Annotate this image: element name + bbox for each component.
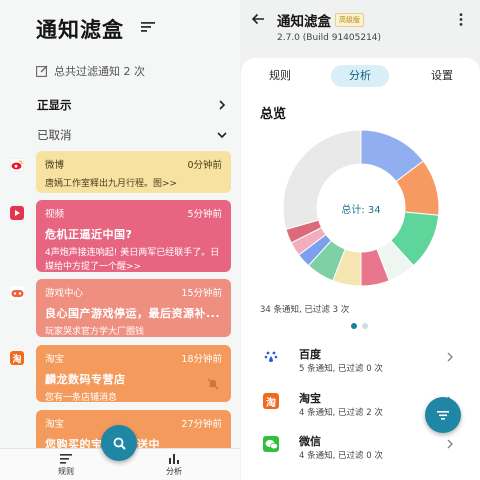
chevron-right-icon — [447, 352, 453, 362]
page-indicator — [351, 323, 368, 329]
bar-chart-icon — [169, 454, 179, 464]
notification-time: 0分钟前 — [187, 160, 222, 171]
section-cancelled[interactable]: 已取消 — [37, 127, 227, 143]
notification-app: 淘宝 — [45, 419, 65, 430]
tab-analysis[interactable]: 分析 — [331, 65, 389, 87]
premium-badge: 高级版 — [335, 13, 364, 27]
app-stats: 4 条通知, 已过滤 2 次 — [299, 408, 383, 418]
notification-app: 淘宝 — [45, 354, 65, 365]
notification-time: 18分钟前 — [181, 354, 222, 365]
filter-fab[interactable] — [425, 397, 461, 433]
filter-stat-label: 总共过滤通知 2 次 — [54, 65, 145, 78]
search-button[interactable] — [101, 425, 137, 461]
app-name: 淘宝 — [299, 392, 321, 405]
search-icon — [113, 437, 126, 450]
page-dot — [362, 323, 368, 329]
notification-title: 危机正逼近中国? — [45, 228, 133, 241]
notification-body: 唐嫣工作室释出九月行程。图>> — [45, 179, 178, 189]
notification-title: 麟龙数码专营店 — [45, 373, 126, 386]
chevron-right-icon — [447, 439, 453, 449]
app-row-wechat[interactable]: 微信 4 条通知, 已过滤 0 次 — [261, 433, 471, 467]
notification-card[interactable]: 淘宝 18分钟前 麟龙数码专营店 您有一条店铺消息 — [36, 345, 231, 403]
page-title: 通知滤盒 — [277, 14, 331, 30]
notification-app: 微博 — [45, 160, 65, 171]
version-label: 2.7.0 (Build 91405214) — [277, 33, 382, 43]
game-center-icon — [10, 286, 24, 300]
notification-app: 游戏中心 — [45, 288, 84, 299]
video-app-icon — [10, 206, 24, 220]
donut-total-label: 总计: 34 — [341, 205, 381, 216]
notification-card[interactable]: 视频 5分钟前 危机正逼近中国? 4声炮声接连响起! 美日两军已经联手了。日媒给… — [36, 200, 231, 272]
sort-icon[interactable] — [141, 21, 155, 33]
app-name: 百度 — [299, 348, 321, 361]
notification-app: 视频 — [45, 209, 65, 220]
nav-rules[interactable]: 规则 — [46, 454, 86, 477]
section-cancelled-label: 已取消 — [37, 128, 72, 142]
section-showing-label: 正显示 — [37, 98, 72, 112]
nav-analysis[interactable]: 分析 — [154, 454, 194, 477]
app-stats: 5 条通知, 已过滤 0 次 — [299, 364, 383, 374]
notification-body: 您有一条店铺消息 — [45, 393, 118, 403]
tab-rules[interactable]: 规则 — [265, 65, 295, 87]
app-stats: 4 条通知, 已过滤 0 次 — [299, 451, 383, 461]
page-dot-active — [351, 323, 357, 329]
baidu-icon — [263, 349, 279, 365]
notification-list-pane: 通知滤盒 总共过滤通知 2 次 正显示 已取消 淘 微博 0分钟前 唐嫣工作室释… — [0, 0, 240, 480]
wechat-icon — [263, 436, 279, 452]
taobao-icon: 淘 — [10, 351, 24, 365]
list-icon — [60, 454, 72, 464]
app-name: 微信 — [299, 435, 321, 448]
back-arrow-icon[interactable] — [251, 12, 265, 26]
summary-text: 34 条通知, 已过滤 3 次 — [260, 305, 350, 315]
notification-card[interactable]: 微博 0分钟前 唐嫣工作室释出九月行程。图>> — [36, 151, 231, 193]
overview-heading: 总览 — [260, 107, 287, 122]
notification-body: 4声炮声接连响起! 美日两军已经联手了。日媒给中方提了一个醒>> — [45, 248, 220, 272]
notification-time: 15分钟前 — [181, 288, 222, 299]
nav-analysis-label: 分析 — [166, 467, 182, 476]
chevron-down-icon — [217, 132, 227, 139]
notification-body: 玩家哭求官方学大厂圈钱 — [45, 327, 145, 337]
weibo-icon — [10, 158, 24, 172]
filter-list-icon — [437, 411, 449, 420]
notification-title: 良心国产游戏停运，最后资源补... — [45, 307, 221, 320]
taobao-icon: 淘 — [263, 393, 279, 409]
tab-settings[interactable]: 设置 — [427, 65, 457, 87]
notification-card[interactable]: 游戏中心 15分钟前 良心国产游戏停运，最后资源补... 玩家哭求官方学大厂圈钱 — [36, 279, 231, 337]
analysis-pane: 通知滤盒 高级版 2.7.0 (Build 91405214) 规则 分析 设置… — [240, 0, 480, 480]
section-showing[interactable]: 正显示 — [37, 97, 227, 113]
more-vert-icon[interactable] — [459, 13, 463, 26]
bell-off-icon[interactable] — [207, 378, 219, 390]
app-row-baidu[interactable]: 百度 5 条通知, 已过滤 0 次 — [261, 346, 471, 380]
nav-rules-label: 规则 — [58, 467, 74, 476]
notification-time: 5分钟前 — [187, 209, 222, 220]
edit-icon — [36, 65, 48, 77]
filter-stat: 总共过滤通知 2 次 — [36, 63, 145, 79]
chevron-right-icon — [219, 100, 226, 110]
app-title: 通知滤盒 — [36, 18, 124, 42]
notification-time: 27分钟前 — [181, 419, 222, 430]
